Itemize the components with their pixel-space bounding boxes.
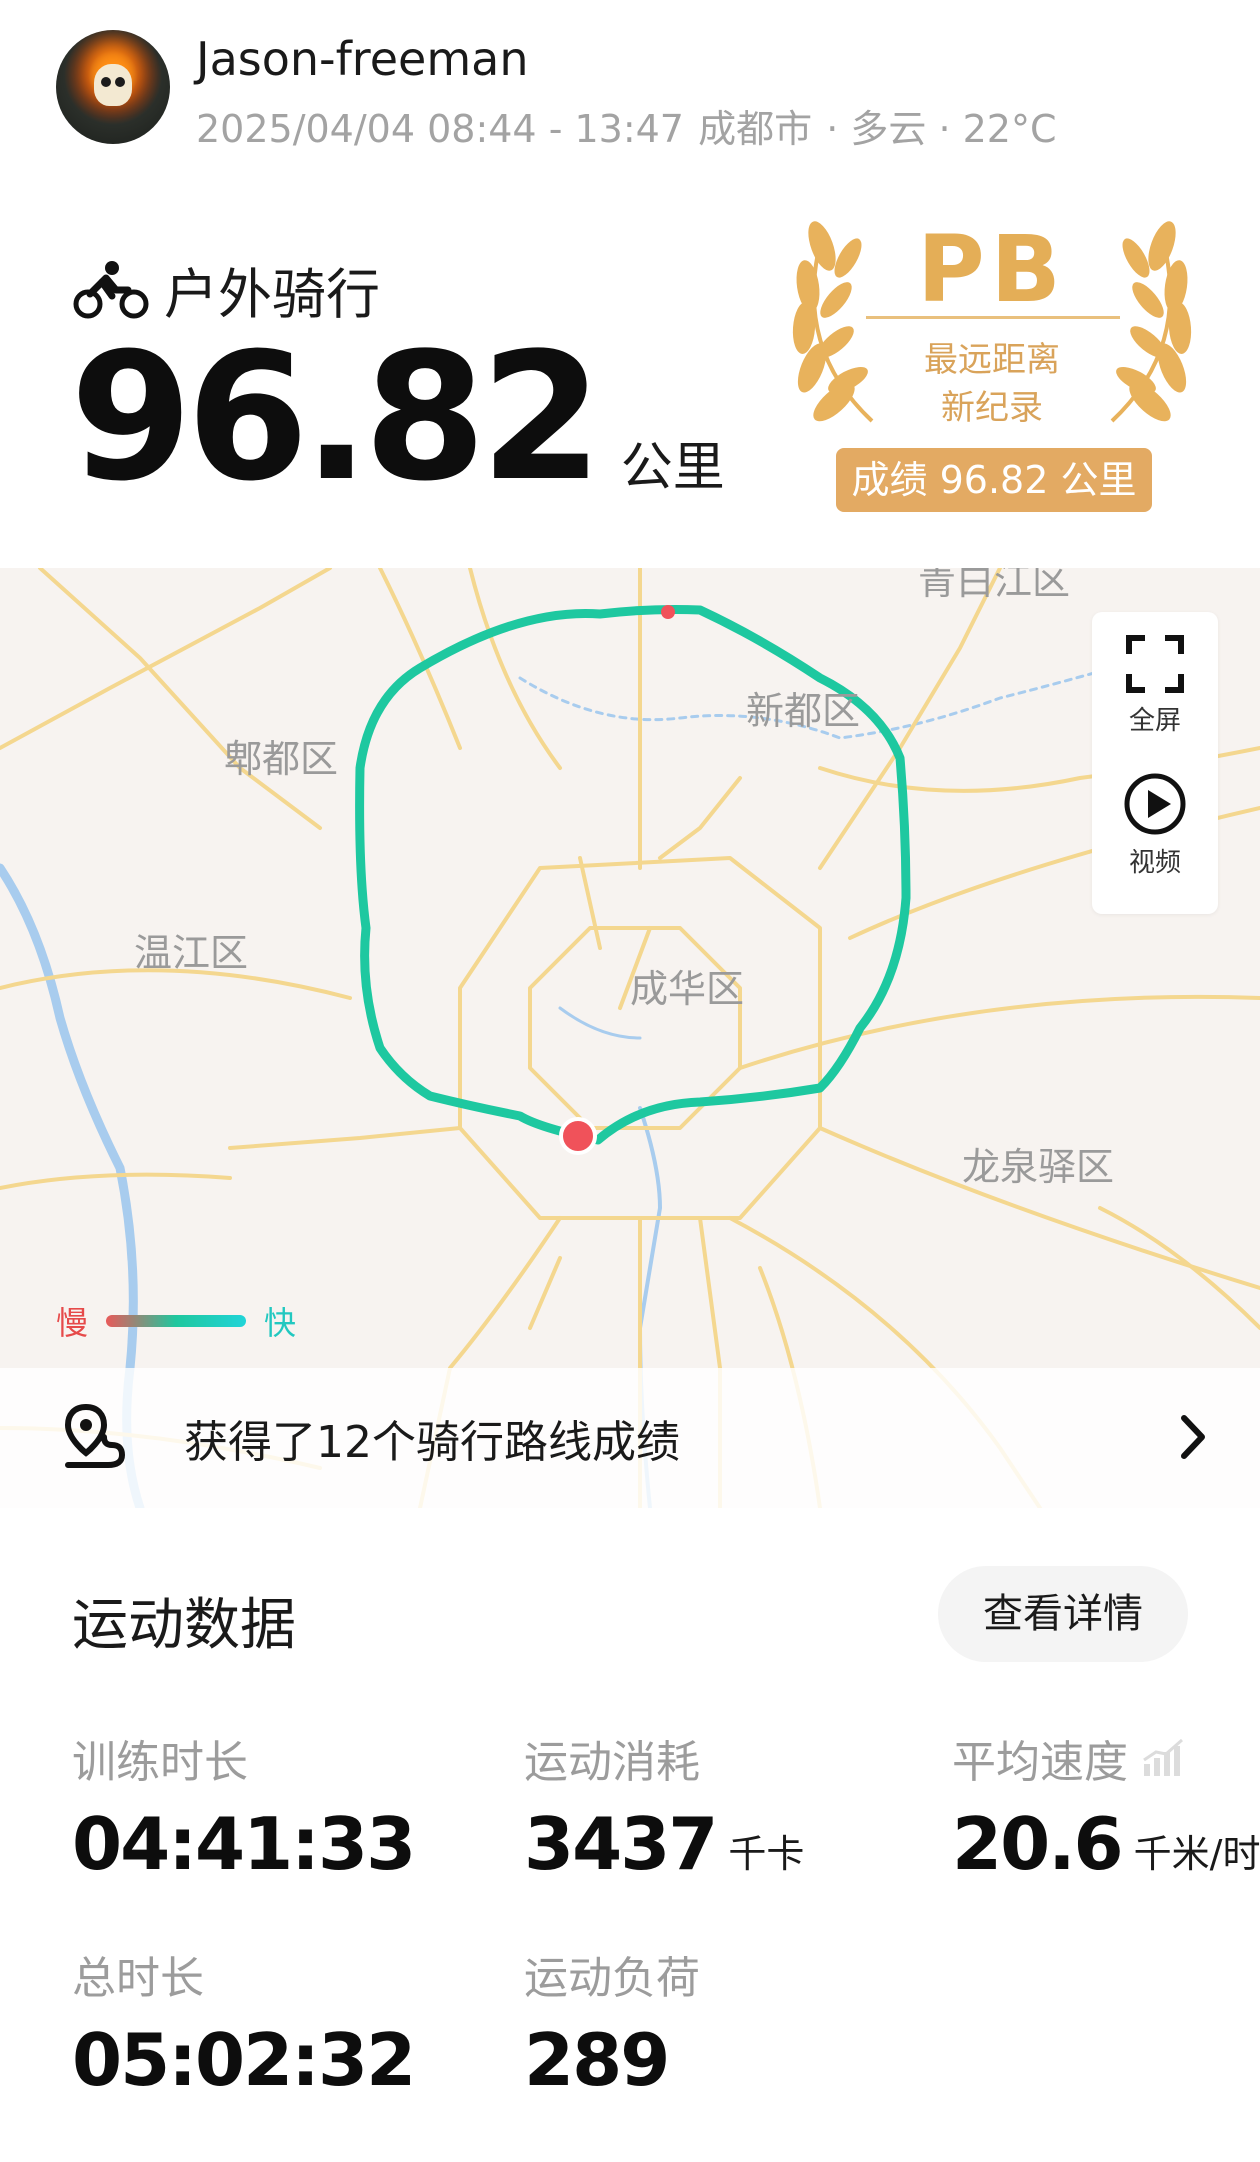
legend-gradient [106, 1315, 247, 1327]
route-achievements-text: 获得了12个骑行路线成绩 [184, 1417, 680, 1468]
chevron-right-icon [1181, 1415, 1205, 1459]
stat-value: 20.6 [952, 1802, 1124, 1886]
activity-location: 成都市 [698, 107, 813, 151]
stat-label: 运动消耗 [524, 1737, 700, 1788]
stats-title: 运动数据 [72, 1593, 296, 1658]
video-button[interactable]: 视频 [1092, 772, 1218, 879]
midpoint-marker [661, 605, 675, 619]
pb-result: 成绩 96.82 公里 [836, 448, 1152, 512]
district-label: 郫都区 [224, 737, 339, 781]
stat-total-duration: 总时长 05:02:32 [72, 1942, 416, 2102]
activity-weather: · 多云 · 22°C [826, 107, 1057, 151]
activity-meta: 2025/04/04 08:44 - 13:47 成都市 · 多云 · 22°C [196, 98, 1059, 153]
stat-value: 3437 [524, 1802, 718, 1886]
stat-calories: 运动消耗 3437 千卡 [524, 1726, 804, 1880]
map-toolbar: 全屏 视频 [1092, 612, 1218, 914]
district-label: 龙泉驿区 [962, 1145, 1115, 1189]
legend-slow: 慢 [56, 1304, 89, 1342]
distance-display: 96.82 公里 [70, 330, 725, 506]
activity-header: Jason-freeman 2025/04/04 08:44 - 13:47 成… [0, 0, 1260, 170]
speed-legend: 慢 快 [56, 1298, 296, 1344]
chart-bars-icon [1143, 1738, 1183, 1776]
video-label: 视频 [1128, 848, 1181, 878]
route-pin-icon [64, 1403, 126, 1468]
stat-label: 训练时长 [72, 1737, 248, 1788]
avatar[interactable] [56, 30, 170, 144]
district-label: 成华区 [630, 967, 745, 1011]
district-label: 温江区 [134, 931, 249, 975]
district-label: 青白江区 [918, 568, 1071, 603]
pb-subtitle-1: 最远距离 [924, 340, 1060, 380]
map-canvas[interactable] [0, 568, 1260, 1508]
stat-value: 289 [524, 2018, 670, 2102]
stat-label: 平均速度 [952, 1737, 1128, 1788]
pb-divider [866, 316, 1120, 319]
pb-subtitle-2: 新纪录 [941, 388, 1043, 428]
stat-value: 05:02:32 [72, 2018, 416, 2102]
stat-value: 04:41:33 [72, 1802, 416, 1886]
stat-training-duration: 训练时长 04:41:33 [72, 1726, 416, 1886]
stat-training-load: 运动负荷 289 [524, 1942, 700, 2096]
play-icon [1124, 773, 1186, 835]
user-name[interactable]: Jason-freeman [196, 32, 528, 86]
legend-fast: 快 [264, 1304, 297, 1342]
route-map[interactable]: 青白江区 新都区 郫都区 温江区 成华区 龙泉驿区 全屏 视频 慢 快 获得了1… [0, 568, 1260, 1508]
fullscreen-icon [1126, 635, 1184, 693]
cycling-icon [73, 260, 149, 318]
stat-unit: 千米/时 [1133, 1832, 1260, 1876]
fullscreen-label: 全屏 [1128, 706, 1181, 736]
route-achievements-bar[interactable]: 获得了12个骑行路线成绩 [0, 1368, 1260, 1508]
stat-avg-speed[interactable]: 平均速度 20.6 千米/时 [952, 1726, 1260, 1880]
fullscreen-button[interactable]: 全屏 [1092, 634, 1218, 737]
start-marker [559, 1117, 597, 1155]
activity-datetime: 2025/04/04 08:44 - 13:47 [196, 107, 684, 151]
stat-label: 运动负荷 [524, 1953, 700, 2004]
distance-unit: 公里 [620, 438, 725, 498]
stat-label: 总时长 [72, 1953, 204, 2004]
stat-unit: 千卡 [728, 1832, 805, 1876]
avatar-image [94, 64, 132, 106]
distance-value: 96.82 [70, 315, 603, 520]
view-details-button[interactable]: 查看详情 [938, 1566, 1188, 1662]
district-label: 新都区 [746, 689, 861, 733]
pb-title: PB [917, 216, 1067, 323]
